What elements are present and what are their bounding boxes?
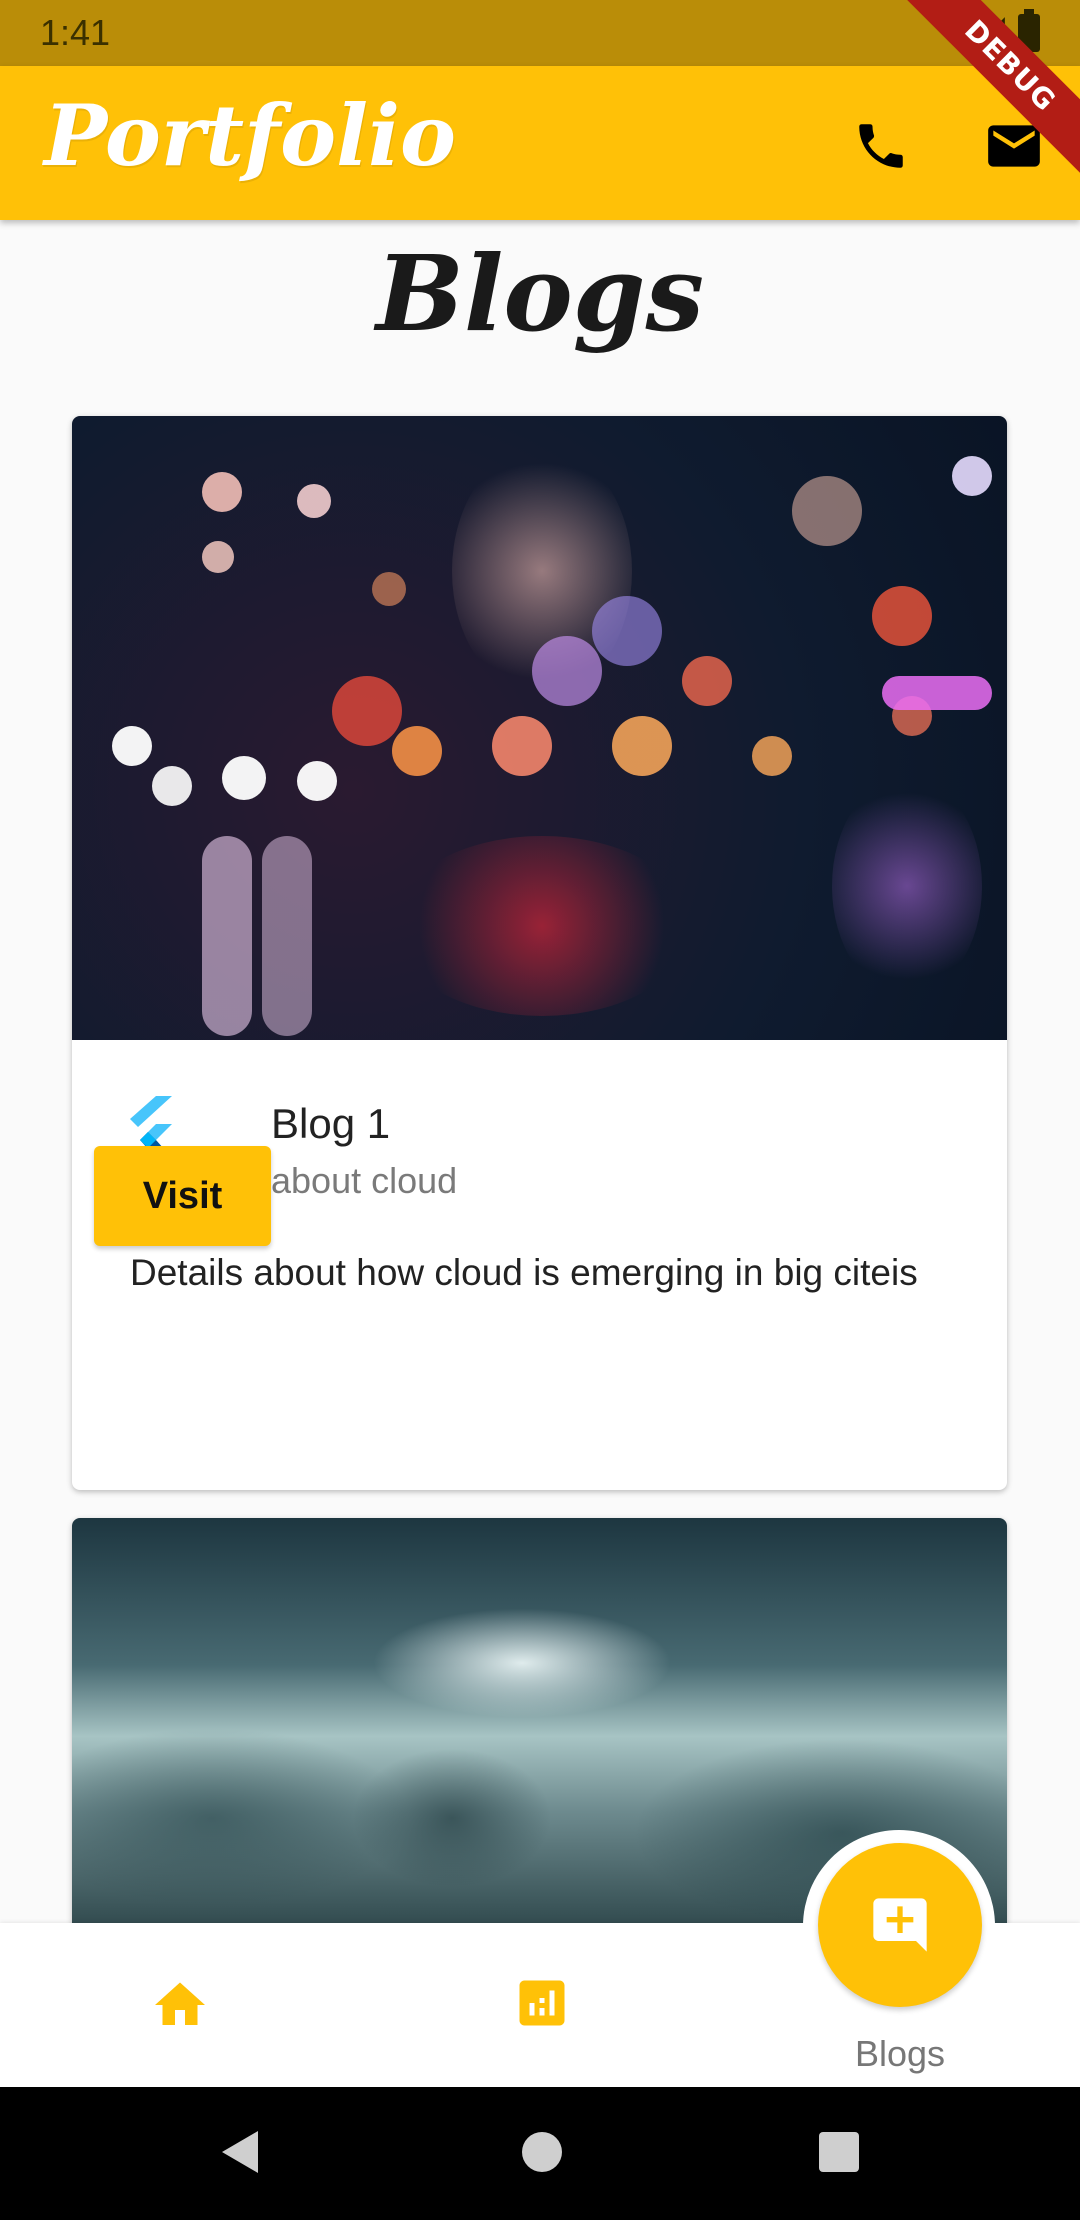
blog-title: Blog 1 (271, 1100, 391, 1147)
page-title: Blogs (375, 232, 705, 355)
nav-stats-button[interactable] (512, 1973, 572, 2033)
visit-button[interactable]: Visit (94, 1146, 271, 1246)
phone-icon (859, 124, 903, 168)
app-title: Portfolio (44, 86, 457, 185)
phone-button[interactable] (846, 111, 916, 181)
back-icon[interactable] (218, 2127, 262, 2177)
status-time: 1:41 (40, 12, 111, 53)
blogs-fab-button[interactable] (818, 1843, 982, 2007)
stats-icon (519, 1980, 565, 2026)
system-nav-bar (0, 2087, 1080, 2220)
nav-blogs-label[interactable]: Blogs (800, 2033, 1000, 2075)
home-icon (155, 1982, 205, 2025)
blog-subtitle: about cloud (271, 1160, 458, 1201)
add-comment-icon (873, 1898, 927, 1952)
home-circle-icon[interactable] (520, 2127, 564, 2177)
app-bar: Portfolio (0, 66, 1080, 220)
recents-icon[interactable] (817, 2127, 861, 2177)
blog-card: Blog 1 about cloud Details about how clo… (72, 416, 1007, 1490)
blog-image (72, 416, 1007, 1040)
blog-description: Details about how cloud is emerging in b… (130, 1252, 918, 1293)
nav-home-button[interactable] (150, 1975, 210, 2035)
